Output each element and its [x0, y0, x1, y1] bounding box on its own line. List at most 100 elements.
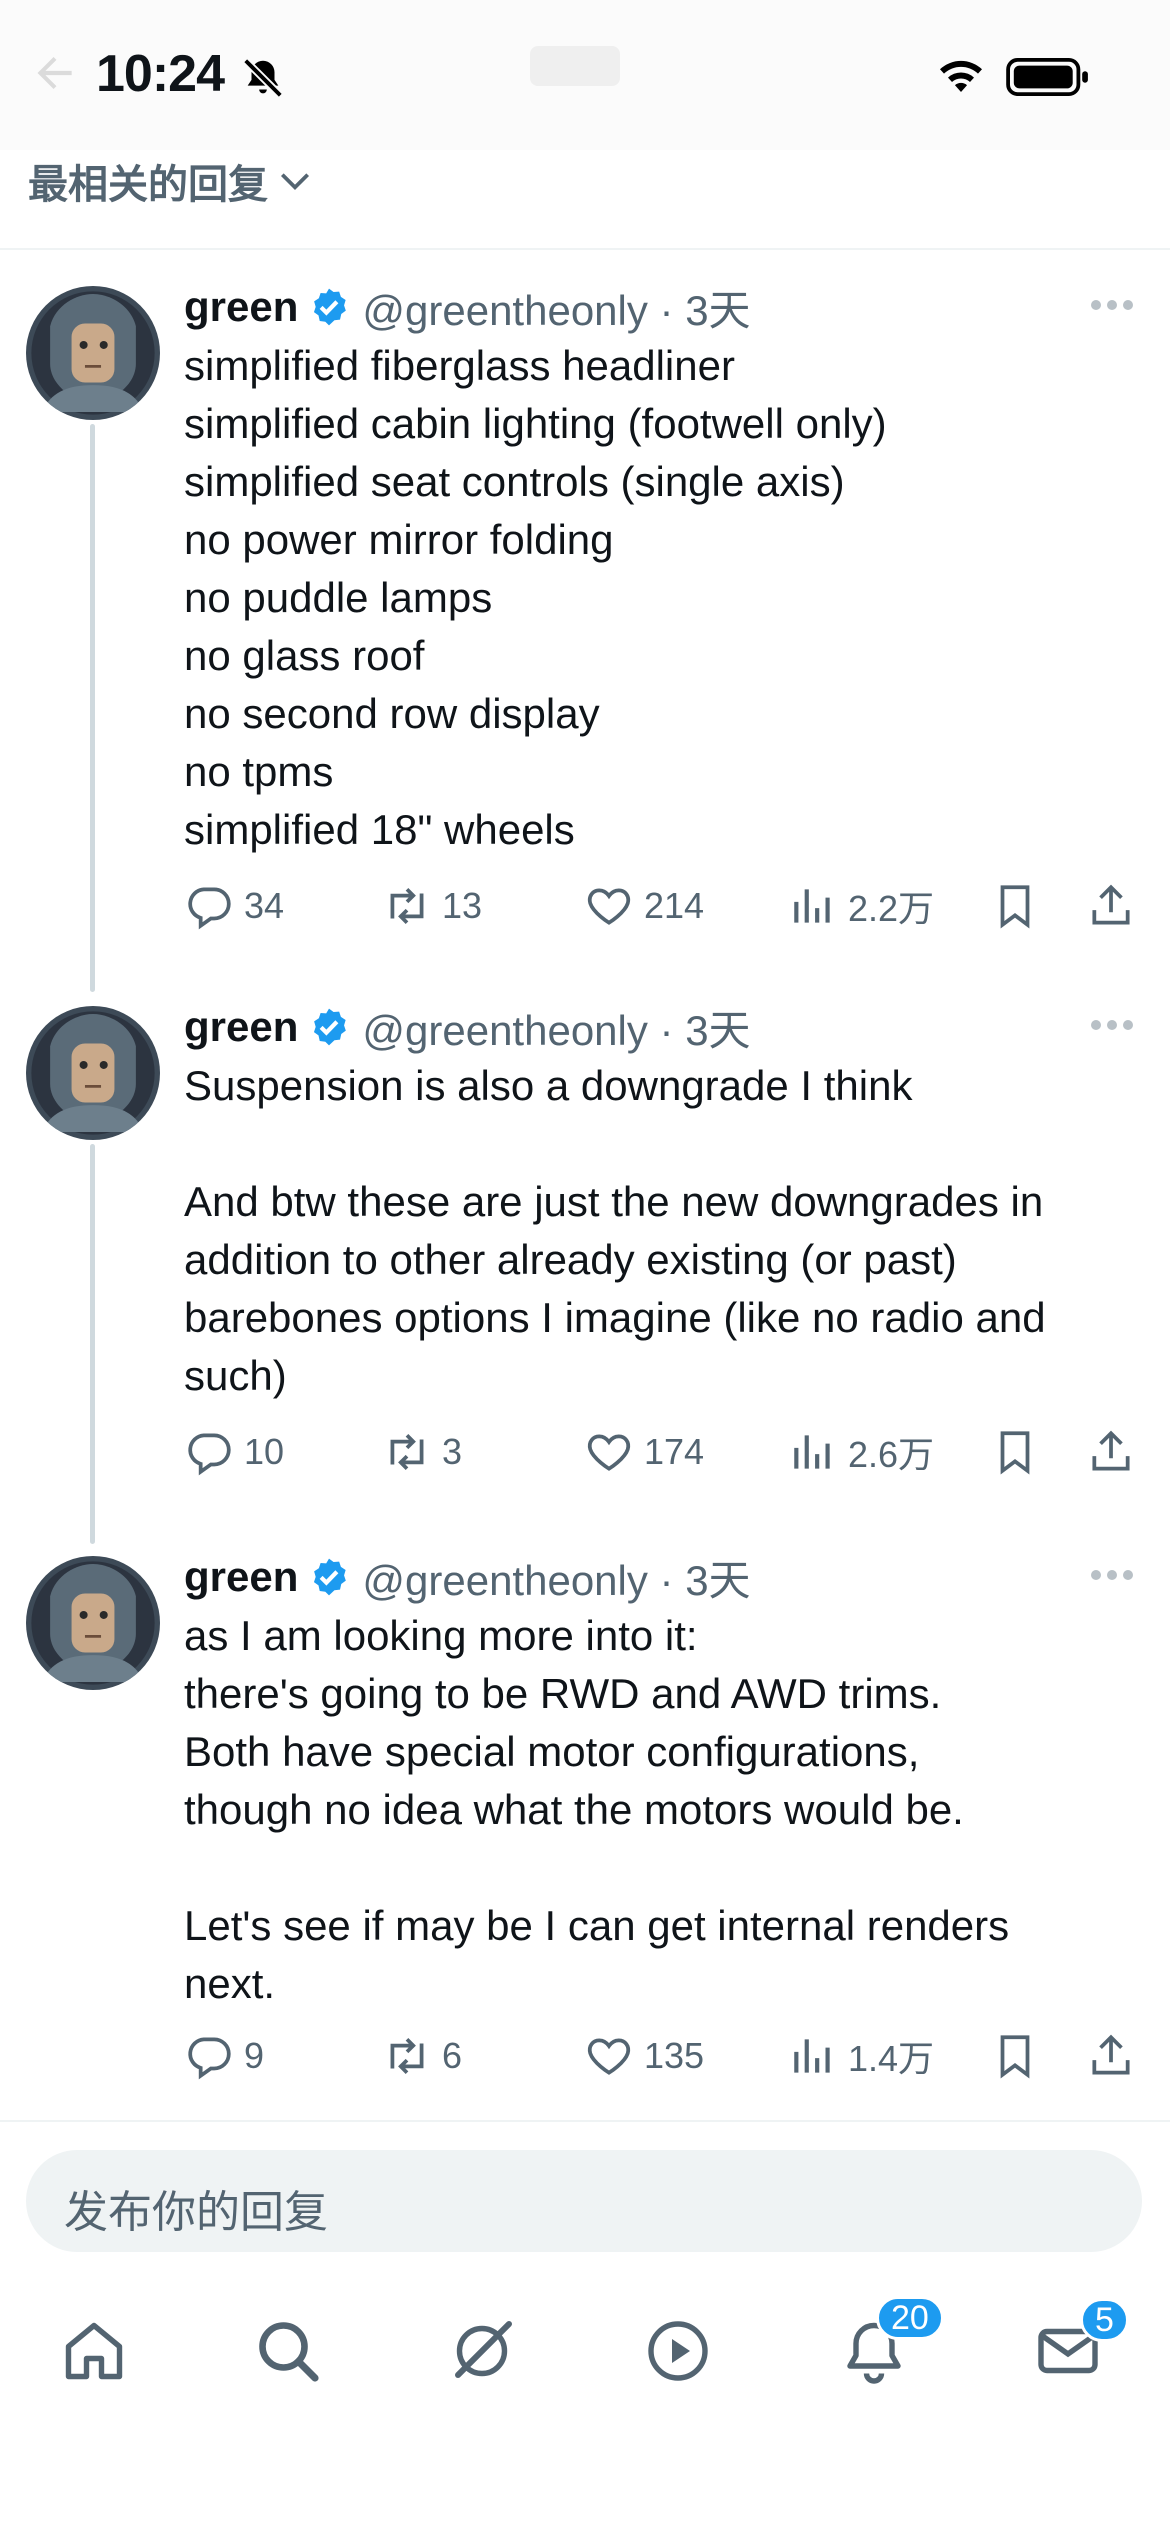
- bookmark-icon[interactable]: [990, 1427, 1040, 1477]
- author-name[interactable]: green: [184, 1553, 298, 1601]
- text-line: barebones options I imagine (like no rad…: [184, 1294, 1046, 1341]
- back-arrow-icon[interactable]: [30, 48, 80, 98]
- views-button[interactable]: 1.4万: [788, 2026, 934, 2086]
- repost-icon: [390, 888, 424, 924]
- avatar[interactable]: [26, 286, 160, 420]
- like-button[interactable]: 214: [584, 876, 704, 936]
- author-handle: @greentheonly · 3天: [362, 286, 751, 334]
- avatar[interactable]: [26, 1556, 160, 1690]
- tweet-header: green @greentheonly · 3天: [184, 997, 751, 1057]
- author-name[interactable]: green: [184, 1003, 298, 1051]
- notifications-badge: 20: [876, 2296, 944, 2340]
- reply-input[interactable]: 发布你的回复: [26, 2150, 1142, 2252]
- reply-count: 9: [244, 2035, 265, 2076]
- text-line: no glass roof: [184, 632, 425, 679]
- bookmark-icon[interactable]: [990, 881, 1040, 931]
- repost-count: 13: [442, 885, 483, 926]
- text-line: next.: [184, 1960, 276, 2007]
- sort-selector[interactable]: 最相关的回复: [28, 152, 314, 210]
- repost-icon: [390, 1434, 424, 1470]
- verified-badge-icon: [314, 1008, 347, 1046]
- tweet-actions: 34 13 214 2.2万: [184, 876, 1144, 936]
- reply-count: 10: [244, 1431, 285, 1472]
- tweet-header: green @greentheonly · 3天: [184, 1547, 751, 1607]
- repost-count: 6: [442, 2035, 463, 2076]
- page-title-ghost: [530, 46, 620, 86]
- view-count: 2.6万: [848, 1434, 935, 1475]
- tweet-actions: 9 6 135 1.4万: [184, 2026, 1144, 2086]
- tweet-header: green @greentheonly · 3天: [184, 277, 751, 337]
- avatar[interactable]: [26, 1006, 160, 1140]
- divider: [0, 248, 1170, 250]
- text-line: simplified 18" wheels: [184, 806, 575, 853]
- sort-label: 最相关的回复: [28, 163, 268, 207]
- more-options-icon[interactable]: [1090, 1019, 1134, 1031]
- share-icon[interactable]: [1086, 2031, 1136, 2081]
- tweet-text: simplified fiberglass headliner simplifi…: [184, 337, 1144, 859]
- reply-icon: [188, 887, 231, 930]
- text-line: Let's see if may be I can get internal r…: [184, 1902, 1010, 1949]
- home-icon[interactable]: [58, 2315, 130, 2387]
- view-count: 1.4万: [848, 2038, 935, 2079]
- text-line: no tpms: [184, 748, 334, 795]
- thread-connector: [90, 1144, 95, 1544]
- reply-button[interactable]: 9: [184, 2026, 264, 2086]
- text-line: as I am looking more into it:: [184, 1612, 698, 1659]
- battery-icon: [1006, 58, 1088, 96]
- views-button[interactable]: 2.6万: [788, 1422, 934, 1482]
- repost-count: 3: [442, 1431, 463, 1472]
- text-line: simplified fiberglass headliner: [184, 342, 735, 389]
- grok-icon[interactable]: [446, 2315, 518, 2387]
- repost-button[interactable]: 3: [382, 1422, 462, 1482]
- repost-button[interactable]: 13: [382, 876, 482, 936]
- text-line: And btw these are just the new downgrade…: [184, 1178, 1044, 1225]
- like-count: 135: [644, 2035, 705, 2076]
- text-line: [184, 1115, 1144, 1173]
- share-icon[interactable]: [1086, 1427, 1136, 1477]
- tweet-text: as I am looking more into it: there's go…: [184, 1607, 1144, 2013]
- more-options-icon[interactable]: [1090, 299, 1134, 311]
- thread-connector: [90, 424, 95, 992]
- author-handle: @greentheonly · 3天: [362, 1556, 751, 1604]
- views-chart-icon: [794, 2039, 830, 2073]
- video-play-icon[interactable]: [642, 2315, 714, 2387]
- text-line: there's going to be RWD and AWD trims.: [184, 1670, 942, 1717]
- text-line: [184, 1839, 1144, 1897]
- reply-icon: [188, 2037, 231, 2080]
- reply-button[interactable]: 10: [184, 1422, 284, 1482]
- view-count: 2.2万: [848, 888, 935, 929]
- author-handle: @greentheonly · 3天: [362, 1006, 751, 1054]
- text-line: no puddle lamps: [184, 574, 493, 621]
- views-button[interactable]: 2.2万: [788, 876, 934, 936]
- text-line: addition to other already existing (or p…: [184, 1236, 957, 1283]
- text-line: no second row display: [184, 690, 600, 737]
- text-line: no power mirror folding: [184, 516, 614, 563]
- heart-icon: [587, 1434, 631, 1471]
- like-count: 214: [644, 885, 705, 926]
- divider: [0, 2120, 1170, 2122]
- text-line: Suspension is also a downgrade I think: [184, 1062, 913, 1109]
- chevron-down-icon: [280, 173, 310, 191]
- wifi-icon: [940, 60, 982, 92]
- text-line: simplified seat controls (single axis): [184, 458, 845, 505]
- bell-muted-icon: [243, 58, 283, 98]
- repost-button[interactable]: 6: [382, 2026, 462, 2086]
- text-line: simplified cabin lighting (footwell only…: [184, 400, 887, 447]
- views-chart-icon: [794, 1435, 830, 1469]
- repost-icon: [390, 2038, 424, 2074]
- avatar-image: [26, 1556, 160, 1690]
- bookmark-icon[interactable]: [990, 2031, 1040, 2081]
- verified-badge-icon: [314, 1558, 347, 1596]
- avatar-image: [26, 286, 160, 420]
- more-options-icon[interactable]: [1090, 1569, 1134, 1581]
- text-line: though no idea what the motors would be.: [184, 1786, 964, 1833]
- like-button[interactable]: 174: [584, 1422, 704, 1482]
- share-icon[interactable]: [1086, 881, 1136, 931]
- text-line: such): [184, 1352, 287, 1399]
- heart-icon: [587, 888, 631, 925]
- author-name[interactable]: green: [184, 283, 298, 331]
- like-button[interactable]: 135: [584, 2026, 704, 2086]
- reply-button[interactable]: 34: [184, 876, 284, 936]
- views-chart-icon: [794, 889, 830, 923]
- search-icon[interactable]: [252, 2315, 324, 2387]
